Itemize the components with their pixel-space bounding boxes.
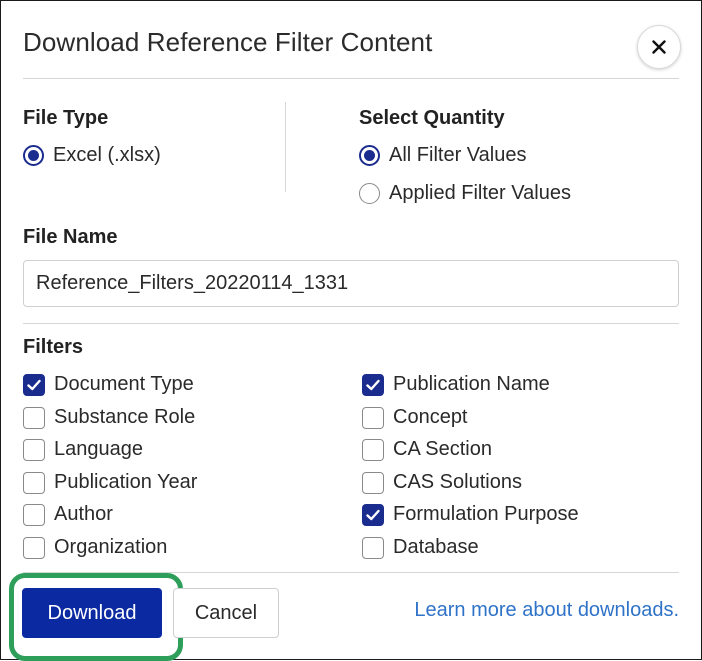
- download-dialog: Download Reference Filter Content File T…: [0, 0, 702, 661]
- radio-file-type-excel[interactable]: Excel (.xlsx): [23, 144, 161, 167]
- checkbox-label: CAS Solutions: [393, 471, 522, 493]
- checkmark-icon: [366, 509, 380, 520]
- checkbox[interactable]: [23, 373, 45, 396]
- download-button[interactable]: Download: [22, 588, 162, 638]
- checkbox[interactable]: [362, 536, 384, 559]
- column-divider: [285, 102, 286, 192]
- checkbox-document-type[interactable]: Document Type: [23, 373, 194, 396]
- checkbox-label: Publication Year: [54, 471, 198, 493]
- checkbox-ca-section[interactable]: CA Section: [362, 438, 492, 461]
- checkbox-label: Author: [54, 503, 113, 525]
- filters-label: Filters: [23, 336, 84, 358]
- learn-more-link[interactable]: Learn more about downloads.: [414, 599, 679, 622]
- checkbox-database[interactable]: Database: [362, 536, 479, 559]
- checkbox-label: Database: [393, 536, 479, 558]
- checkmark-icon: [27, 379, 41, 390]
- checkbox-label: Organization: [54, 536, 168, 558]
- checkbox-label: Concept: [393, 406, 468, 428]
- checkbox[interactable]: [362, 471, 384, 494]
- checkbox[interactable]: [23, 536, 45, 559]
- checkbox[interactable]: [23, 406, 45, 429]
- checkbox[interactable]: [23, 503, 45, 526]
- checkbox-author[interactable]: Author: [23, 503, 113, 526]
- checkbox-label: Formulation Purpose: [393, 503, 579, 525]
- checkbox-label: Substance Role: [54, 406, 196, 428]
- checkbox-cas-solutions[interactable]: CAS Solutions: [362, 471, 522, 494]
- checkbox-label: CA Section: [393, 438, 492, 460]
- cancel-button[interactable]: Cancel: [173, 588, 279, 638]
- file-name-label: File Name: [23, 226, 118, 248]
- radio-button[interactable]: [359, 183, 380, 204]
- radio-applied-filter-values[interactable]: Applied Filter Values: [359, 182, 571, 205]
- checkbox-label: Document Type: [54, 373, 194, 395]
- checkbox[interactable]: [362, 503, 384, 526]
- close-button[interactable]: [637, 25, 681, 69]
- checkbox-publication-name[interactable]: Publication Name: [362, 373, 550, 396]
- file-type-label: File Type: [23, 107, 109, 129]
- radio-button[interactable]: [359, 145, 380, 166]
- close-icon: [652, 40, 666, 54]
- divider: [23, 78, 679, 79]
- checkbox-substance-role[interactable]: Substance Role: [23, 406, 195, 429]
- checkbox-language[interactable]: Language: [23, 438, 143, 461]
- checkbox[interactable]: [362, 438, 384, 461]
- divider: [23, 323, 679, 324]
- radio-all-filter-values[interactable]: All Filter Values: [359, 144, 526, 167]
- checkbox-label: Language: [54, 438, 143, 460]
- radio-label: Applied Filter Values: [389, 182, 571, 204]
- checkbox-concept[interactable]: Concept: [362, 406, 468, 429]
- checkbox-label: Publication Name: [393, 373, 550, 395]
- file-name-input[interactable]: [23, 260, 679, 307]
- checkbox[interactable]: [362, 406, 384, 429]
- checkbox[interactable]: [23, 438, 45, 461]
- select-quantity-label: Select Quantity: [359, 107, 505, 129]
- dialog-title: Download Reference Filter Content: [23, 27, 433, 57]
- checkmark-icon: [366, 379, 380, 390]
- checkbox[interactable]: [362, 373, 384, 396]
- checkbox-organization[interactable]: Organization: [23, 536, 167, 559]
- checkbox-publication-year[interactable]: Publication Year: [23, 471, 197, 494]
- checkbox[interactable]: [23, 471, 45, 494]
- radio-button[interactable]: [23, 145, 44, 166]
- checkbox-formulation-purpose[interactable]: Formulation Purpose: [362, 503, 579, 526]
- radio-label: Excel (.xlsx): [53, 144, 161, 166]
- radio-label: All Filter Values: [389, 144, 527, 166]
